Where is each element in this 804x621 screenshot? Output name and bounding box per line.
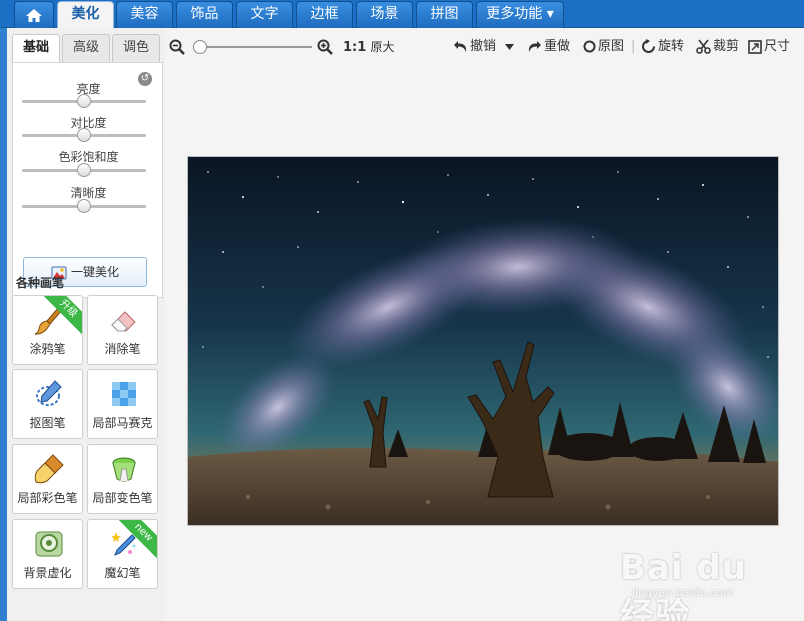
original-size-label: 原大 [370,40,395,54]
night-sky-photo [188,157,778,525]
tab-basic[interactable]: 基础 [12,34,60,63]
home-icon [26,9,42,22]
chevron-down-icon [505,43,514,50]
original-image-label: 原图 [598,39,625,54]
contrast-slider[interactable] [22,128,146,142]
basic-adjust-box: ↺ 亮度 对比度 色彩饱和度 清晰度 一键美化 [12,62,163,298]
rotate-icon [642,39,655,53]
contrast-label: 对比度 [70,116,107,130]
zoom-out-button[interactable] [169,28,187,66]
watermark-url: jingyan.baidu.com [632,586,734,599]
rotate-label: 旋转 [658,39,685,54]
sharpness-slider-thumb[interactable] [77,199,91,213]
tab-collage[interactable]: 拼图 [416,1,473,28]
local-color-brush-label: 局部彩色笔 [17,491,78,505]
scissors-icon [696,39,711,54]
saturation-slider-thumb[interactable] [77,163,91,177]
sharpness-label: 清晰度 [70,186,107,200]
tab-beauty[interactable]: 美容 [116,1,173,28]
top-nav-bar: 美化 美容 饰品 文字 边框 场景 拼图 更多功能 ▾ [0,0,804,29]
tab-frame[interactable]: 边框 [296,1,353,28]
zoom-out-icon [169,39,185,55]
magic-pen-label: 魔幻笔 [104,566,141,580]
tab-advanced[interactable]: 高级 [62,34,110,62]
tab-more-features[interactable]: 更多功能 ▾ [476,1,564,28]
redo-button[interactable]: 重做 [527,28,570,66]
color-change-icon [112,457,136,482]
adjust-tabs: 基础 高级 调色 [12,34,162,63]
zoom-slider-thumb[interactable] [192,40,207,54]
tab-scene[interactable]: 场景 [356,1,413,28]
eraser-brush-label: 消除笔 [104,342,141,356]
local-mosaic-label: 局部马赛克 [92,416,153,430]
brightness-label: 亮度 [76,82,101,96]
rotate-button[interactable]: 旋转 [641,28,684,66]
original-image-button[interactable]: 原图 [583,28,624,66]
color-brush-icon [34,454,64,484]
undo-icon [454,41,467,52]
local-mosaic-button[interactable]: 局部马赛克 [87,369,158,439]
magic-pen-button[interactable]: 魔幻笔 new [87,519,158,589]
contrast-slider-thumb[interactable] [77,128,91,142]
watermark-brand: Bai du 经验 [620,548,747,621]
left-panel: 基础 高级 调色 ↺ 亮度 对比度 色彩饱和度 清晰度 一键美化 各种画笔 涂鸦… [7,28,165,621]
background-blur-button[interactable]: 背景虚化 [12,519,83,589]
ratio-label: 1:1 [343,40,367,55]
eraser-brush-button[interactable]: 消除笔 [87,295,158,365]
zoom-in-button[interactable] [317,28,335,66]
undo-label: 撤销 [470,39,497,54]
zoom-slider[interactable] [192,40,312,54]
redo-icon [528,41,541,52]
graffiti-brush-label: 涂鸦笔 [29,342,66,356]
crop-label: 裁剪 [713,39,740,54]
saturation-label: 色彩饱和度 [58,150,119,164]
local-color-change-label: 局部变色笔 [92,491,153,505]
sharpness-slider[interactable] [22,199,146,213]
brightness-slider[interactable] [22,94,146,108]
crop-button[interactable]: 裁剪 [696,28,739,66]
local-color-change-button[interactable]: 局部变色笔 [87,444,158,514]
tab-text[interactable]: 文字 [236,1,293,28]
zoom-in-icon [317,39,333,55]
tab-accessories[interactable]: 饰品 [176,1,233,28]
brushes-title: 各种画笔 [16,276,65,290]
undo-button[interactable]: 撤销 [453,28,496,66]
redo-label: 重做 [544,39,571,54]
background-blur-label: 背景虚化 [23,566,72,580]
cutout-pen-label: 抠图笔 [29,416,66,430]
saturation-slider[interactable] [22,163,146,177]
resize-label: 尺寸 [764,39,791,54]
toolbar-divider: | [631,39,636,54]
top-toolbar: 1:1 原大 撤销 重做 原图 | 旋转 裁剪 尺寸 [165,28,804,66]
cutout-pen-icon [36,380,62,406]
tab-color-tune[interactable]: 调色 [112,34,160,62]
baidu-jingyan-watermark: Bai du 经验 jingyan.baidu.com [612,528,782,621]
auto-beautify-label: 一键美化 [70,265,119,279]
graffiti-brush-button[interactable]: 涂鸦笔 升级 [12,295,83,365]
cutout-pen-button[interactable]: 抠图笔 [12,369,83,439]
original-image-icon [583,40,596,53]
blur-background-icon [35,531,63,557]
tab-beautify[interactable]: 美化 [57,1,114,29]
resize-icon [748,39,762,54]
photo-canvas[interactable] [187,156,779,526]
local-color-brush-button[interactable]: 局部彩色笔 [12,444,83,514]
left-edge [0,28,7,621]
home-tab[interactable] [14,1,54,28]
eraser-icon [111,311,136,332]
undo-dropdown[interactable] [505,28,516,66]
brightness-slider-thumb[interactable] [77,94,91,108]
mosaic-icon [112,382,136,406]
original-size-button[interactable]: 1:1 原大 [343,28,394,66]
resize-button[interactable]: 尺寸 [748,28,790,66]
